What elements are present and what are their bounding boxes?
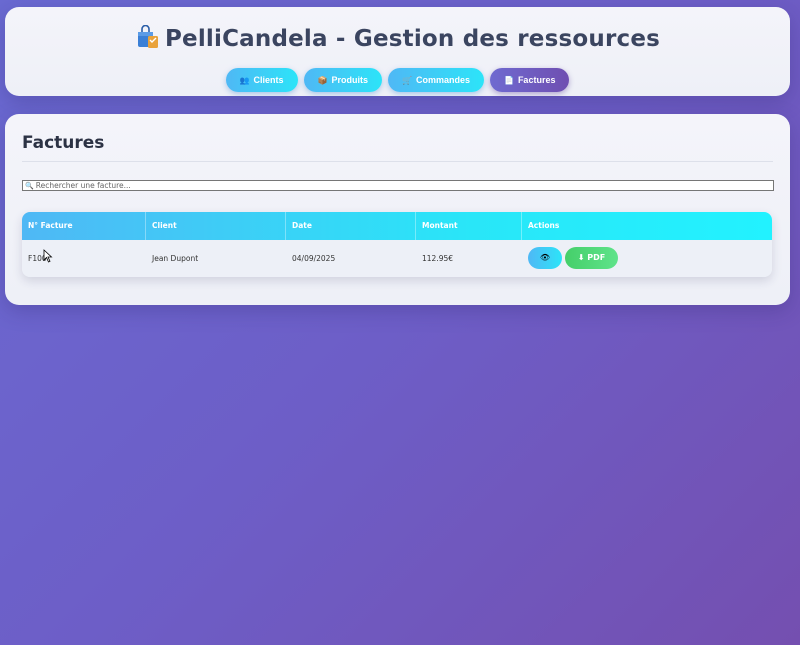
nav-clients-button[interactable]: 👥 Clients	[225, 68, 298, 92]
divider	[22, 161, 773, 162]
nav-commandes-label: Commandes	[415, 75, 470, 85]
app-title-text: PelliCandela - Gestion des ressources	[164, 26, 661, 52]
search-placeholder: Rechercher une facture...	[35, 181, 131, 190]
table-header: N° Facture Client Date Montant Actions	[22, 212, 772, 240]
column-header-actions: Actions	[528, 221, 560, 230]
nav-factures-label: Factures	[517, 75, 556, 85]
cell-client: Jean Dupont	[152, 254, 199, 263]
pdf-label: PDF	[587, 253, 606, 262]
main-nav: 👥 Clients 📦 Produits 🛒 Commandes 📄 Factures	[5, 68, 790, 92]
nav-commandes-button[interactable]: 🛒 Commandes	[387, 68, 484, 92]
nav-produits-label: Produits	[331, 75, 368, 85]
section-title: Factures	[22, 133, 105, 153]
column-header-numero: N° Facture	[22, 212, 146, 240]
eye-icon: 👁	[539, 253, 551, 262]
cart-icon: 🛒	[401, 76, 412, 85]
nav-produits-button[interactable]: 📦 Produits	[303, 68, 382, 92]
column-header-client: Client	[146, 212, 286, 240]
invoices-panel: Factures 🔍 Rechercher une facture... N° F…	[5, 114, 790, 305]
nav-clients-label: Clients	[253, 75, 284, 85]
table-row[interactable]: F100 Jean Dupont 04/09/2025 112.95€ 👁 ⬇ …	[22, 240, 772, 277]
header-card: PelliCandela - Gestion des ressources 👥 C…	[5, 7, 790, 96]
box-icon: 📦	[317, 76, 328, 85]
cell-montant: 112.95€	[422, 254, 454, 263]
search-icon: 🔍	[25, 182, 34, 190]
nav-factures-button[interactable]: 📄 Factures	[489, 68, 570, 92]
cell-date: 04/09/2025	[292, 254, 336, 263]
search-input[interactable]: 🔍 Rechercher une facture...	[22, 180, 774, 191]
download-icon: ⬇	[577, 253, 585, 262]
page-title: PelliCandela - Gestion des ressources	[5, 25, 790, 52]
column-header-montant: Montant	[416, 212, 522, 240]
view-invoice-button[interactable]: 👁	[528, 247, 562, 269]
users-icon: 👥	[239, 76, 250, 85]
invoice-icon: 📄	[503, 76, 514, 85]
shopping-bag-icon	[137, 25, 158, 48]
column-header-date: Date	[286, 212, 416, 240]
download-pdf-button[interactable]: ⬇ PDF	[565, 247, 618, 269]
invoices-table: N° Facture Client Date Montant Actions F…	[22, 212, 772, 277]
mouse-cursor-icon	[43, 249, 53, 263]
